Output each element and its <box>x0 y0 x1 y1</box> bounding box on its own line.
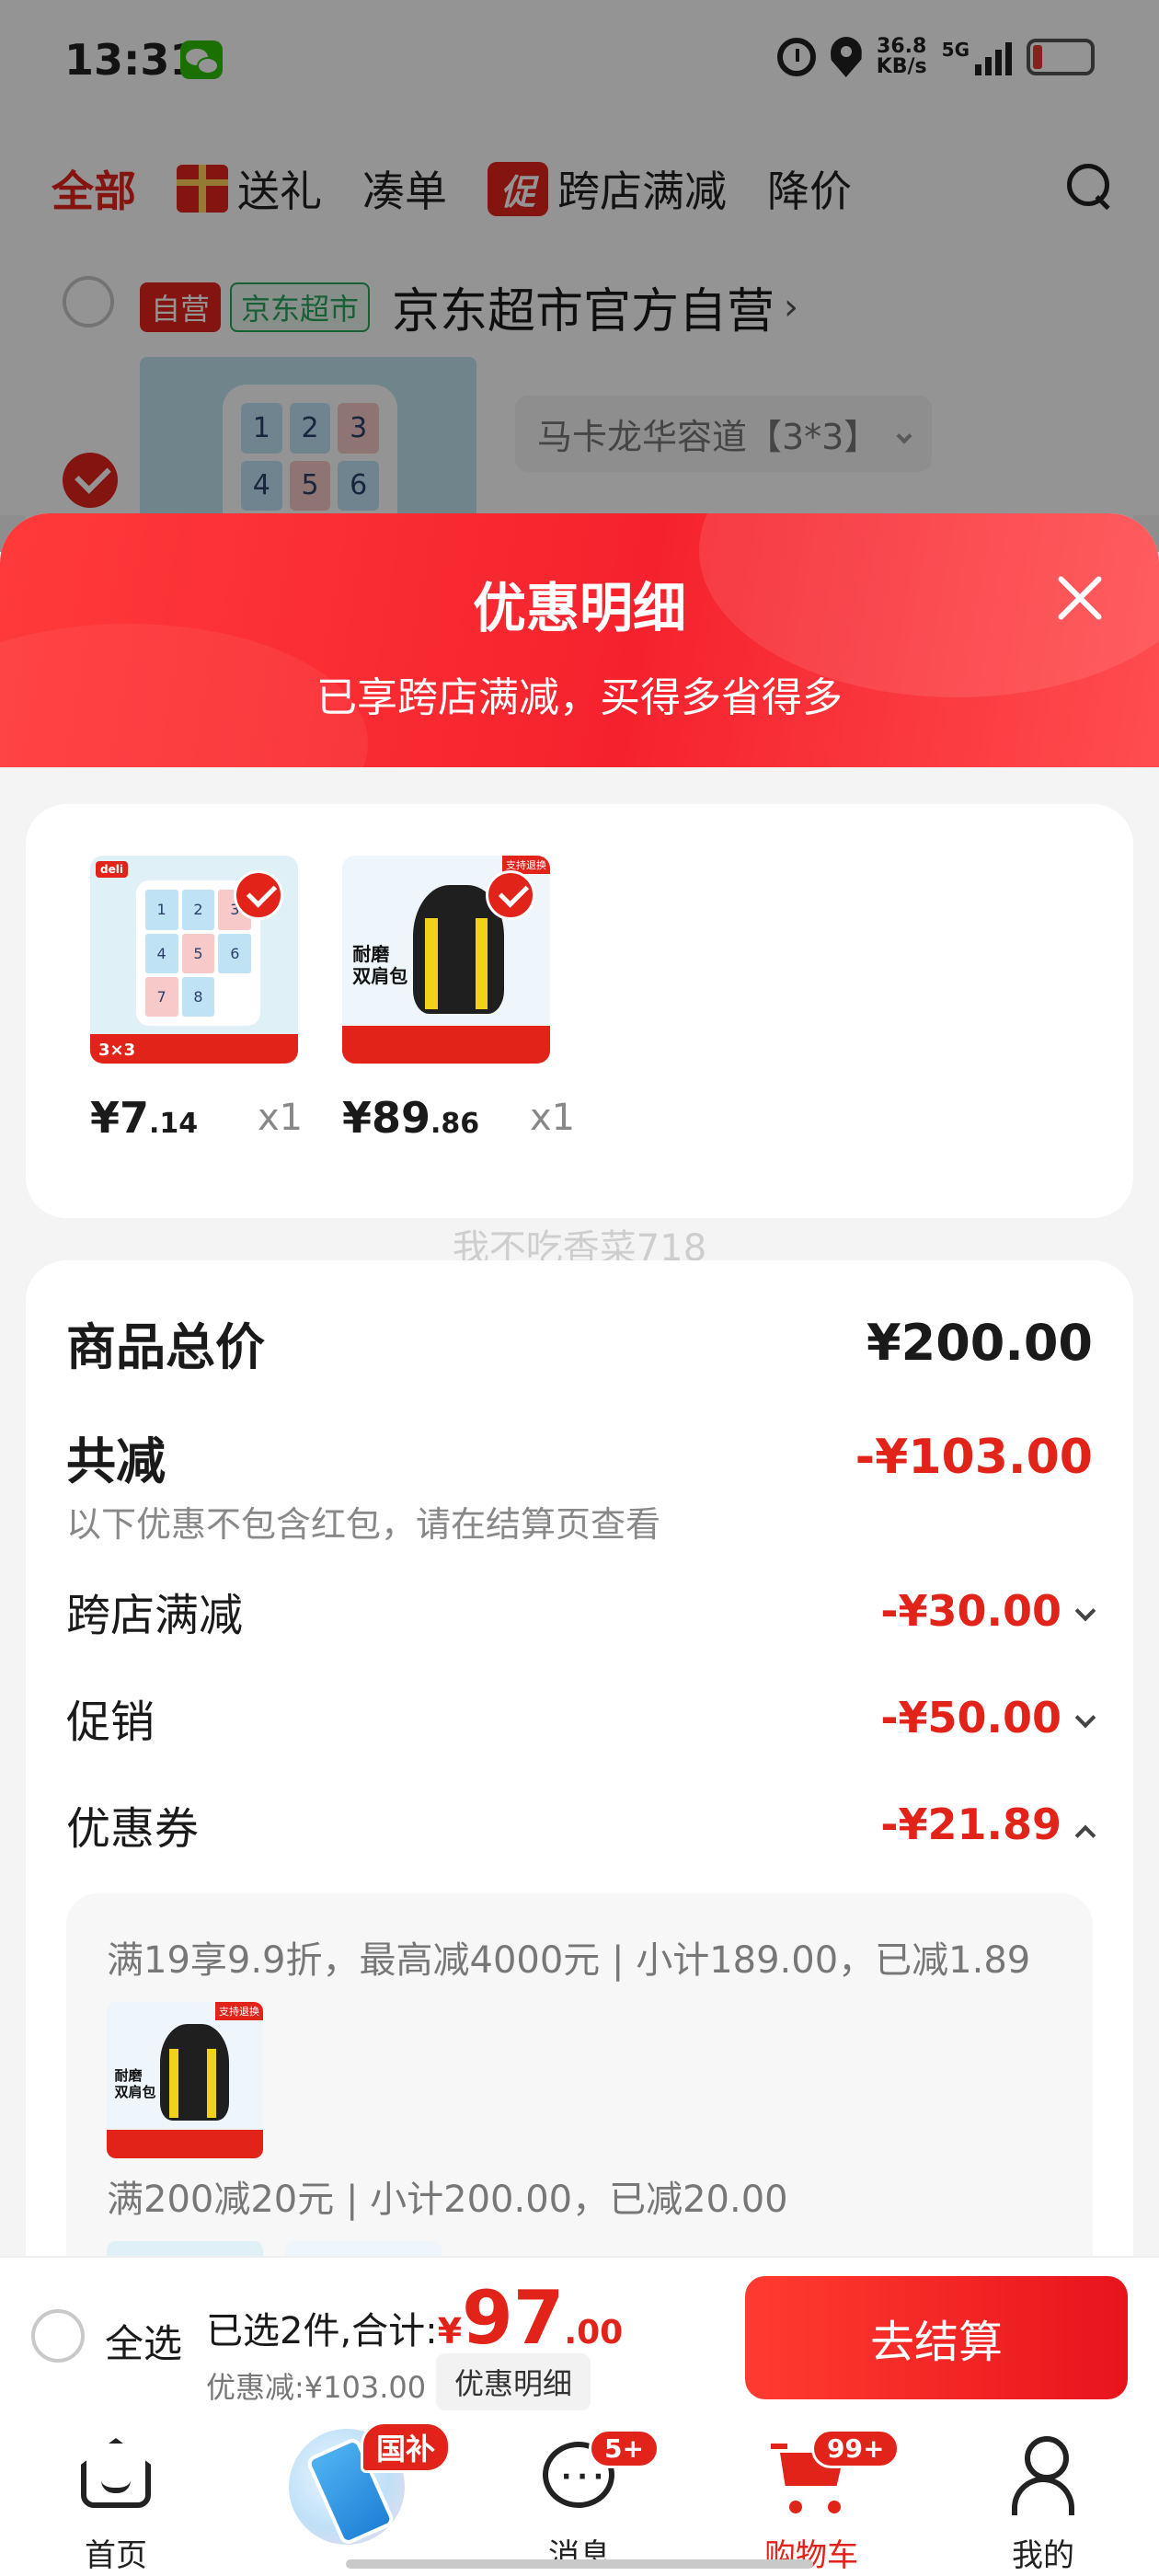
sheet-header: 优惠明细 已享跨店满减，买得多省得多 <box>0 513 1159 863</box>
brand-logo: deli <box>96 861 128 878</box>
selected-products-card: deli 1 2 3 4 5 6 7 8 3×3 ¥7.14 x1 支持退换 耐… <box>26 804 1133 1218</box>
coupon-row[interactable]: 优惠券 -¥21.89 <box>66 1792 1096 1857</box>
product-image-puzzle: deli 1 2 3 4 5 6 7 8 3×3 <box>90 856 298 1064</box>
check-icon <box>486 870 535 920</box>
checkout-button[interactable]: 去结算 <box>745 2276 1128 2399</box>
product-image-backpack: 支持退换 耐磨 双肩包 <box>342 856 550 1064</box>
product-item[interactable]: deli 1 2 3 4 5 6 7 8 3×3 <box>90 856 298 1064</box>
chevron-down-icon <box>1074 1600 1096 1622</box>
coupon-detail-line: 满19享9.9折，最高减4000元 | 小计189.00，已减1.89 <box>107 1939 1031 1982</box>
message-badge: 5+ <box>589 2429 660 2468</box>
product-price: ¥89.86 <box>342 1093 480 1143</box>
total-price-label: 商品总价 <box>66 1318 265 1376</box>
product-quantity: x1 <box>530 1097 576 1139</box>
chevron-down-icon <box>1074 1707 1096 1729</box>
promotion-label: 促销 <box>66 1696 155 1748</box>
sheet-title: 优惠明细 <box>472 577 686 639</box>
product-price: ¥7.14 <box>90 1093 199 1143</box>
product-item[interactable]: 支持退换 耐磨 双肩包 <box>342 856 550 1064</box>
backpack-text: 耐磨 双肩包 <box>352 942 408 987</box>
user-icon <box>1012 2436 1074 2515</box>
total-price-row: 商品总价 ¥200.00 <box>66 1306 1093 1379</box>
promotion-value: -¥50.00 <box>880 1693 1096 1742</box>
total-amount-dec: .00 <box>564 2314 624 2352</box>
total-price-value: ¥200.00 <box>866 1314 1093 1372</box>
promotion-row[interactable]: 促销 -¥50.00 <box>66 1685 1096 1750</box>
discount-detail-button[interactable]: 优惠明细 <box>436 2353 591 2410</box>
home-icon <box>81 2438 151 2508</box>
chevron-up-icon <box>1074 1824 1096 1846</box>
product-quantity: x1 <box>258 1097 304 1139</box>
total-reduce-row: 共减 -¥103.00 <box>66 1420 1093 1493</box>
bottom-nav: 首页 ··· 5+ 消息 99+ 购物车 我的 <box>0 2414 1159 2576</box>
coupon-label: 优惠券 <box>66 1803 200 1855</box>
cart-page-background: 13:31 36.8 KB/s 5G 全部 送礼 凑单 促跨店满减 降价 自营 … <box>0 0 1159 559</box>
discount-amount: 优惠减:¥103.00 <box>206 2370 427 2405</box>
currency-symbol: ¥ <box>437 2311 463 2352</box>
total-amount-int: 97 <box>462 2275 565 2361</box>
select-all-radio[interactable] <box>31 2309 85 2363</box>
check-icon <box>234 870 283 920</box>
cross-store-value: -¥30.00 <box>880 1586 1096 1636</box>
selected-count-text: 已选2件,合计: <box>206 2310 438 2352</box>
cart-badge: 99+ <box>811 2429 901 2468</box>
coupon-value: -¥21.89 <box>880 1800 1096 1849</box>
size-label: 3×3 <box>94 1041 141 1060</box>
nav-profile-label: 我的 <box>1012 2537 1074 2574</box>
select-all-label[interactable]: 全选 <box>105 2313 182 2369</box>
checkout-bar: 全选 已选2件,合计: ¥ 97 .00 优惠减:¥103.00 优惠明细 去结… <box>0 2256 1159 2414</box>
close-icon[interactable] <box>1052 570 1107 626</box>
total-reduce-value: -¥103.00 <box>855 1429 1093 1485</box>
sheet-subtitle: 已享跨店满减，买得多省得多 <box>316 674 843 721</box>
coupon-product-thumbnail: 支持退换 耐磨 双肩包 <box>107 2002 263 2158</box>
cross-store-row[interactable]: 跨店满减 -¥30.00 <box>66 1579 1096 1643</box>
coupon-detail-line: 满200减20元 | 小计200.00，已减20.00 <box>107 2179 788 2221</box>
home-indicator <box>346 2559 813 2569</box>
modal-overlay[interactable] <box>0 0 1159 552</box>
cross-store-label: 跨店满减 <box>66 1590 244 1641</box>
nav-home-label: 首页 <box>85 2537 147 2574</box>
gov-subsidy-badge: 国补 <box>361 2421 452 2473</box>
order-total: 已选2件,合计: ¥ 97 .00 <box>206 2282 623 2355</box>
total-reduce-label: 共减 <box>66 1432 166 1490</box>
discount-note: 以下优惠不包含红包，请在结算页查看 <box>66 1504 661 1545</box>
